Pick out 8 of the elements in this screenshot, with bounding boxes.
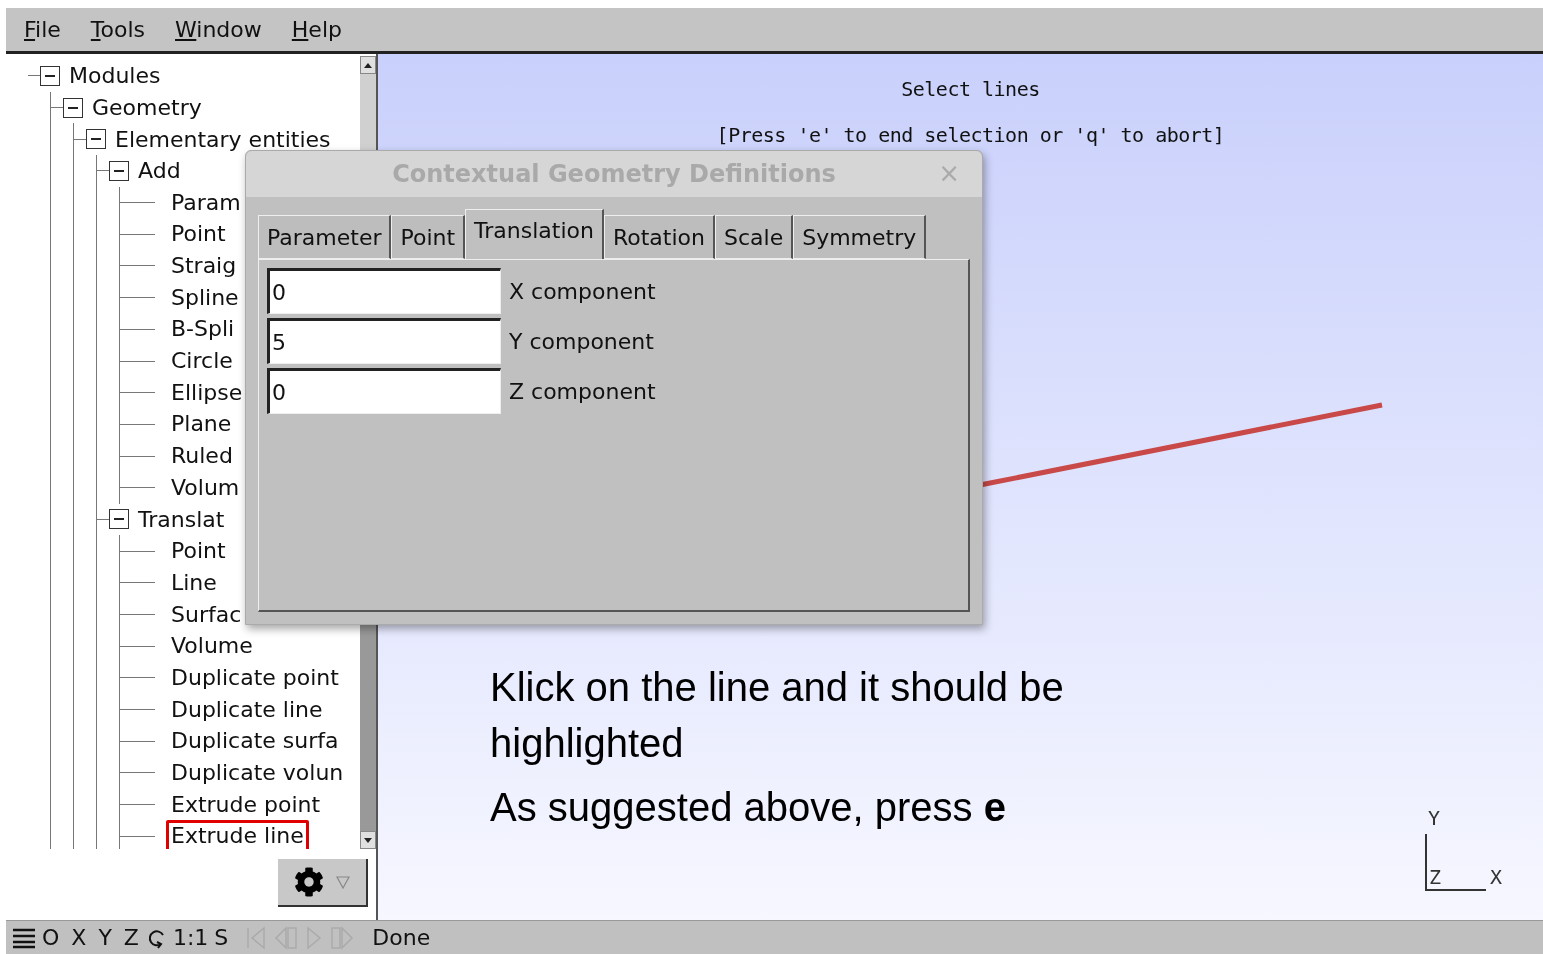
field-label: Y component (509, 327, 654, 356)
status-message: Done (372, 924, 431, 952)
viewport-message: [Press 'e' to end selection or 'q' to abort] (716, 122, 1225, 149)
axes-drawing: Y Z X (1418, 804, 1508, 894)
annotation-text: As suggested above, press e (490, 784, 1007, 831)
field-label: X component (509, 277, 656, 306)
viewport-message: Select lines (901, 76, 1040, 103)
field-label: Z component (509, 377, 656, 406)
